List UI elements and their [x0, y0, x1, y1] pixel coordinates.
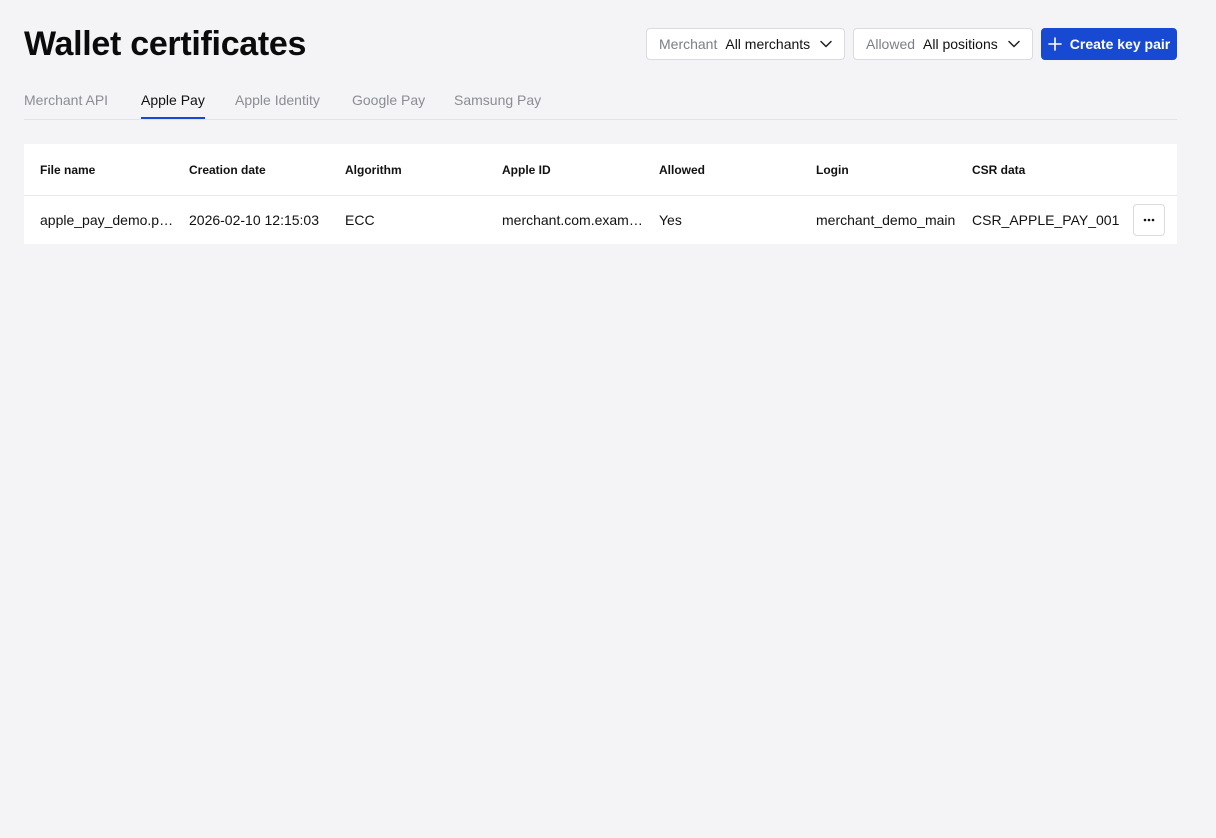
column-header-csr-data: CSR data [972, 163, 1026, 177]
column-header-apple-id: Apple ID [502, 163, 551, 177]
tab-merchant-api[interactable]: Merchant API [24, 80, 108, 119]
header-controls: Merchant All merchants Allowed All posit… [646, 28, 1177, 60]
merchant-filter-value: All merchants [725, 36, 811, 52]
certificates-table: File name Creation date Algorithm Apple … [24, 144, 1177, 244]
merchant-filter-label: Merchant [659, 36, 718, 52]
more-horizontal-icon [1142, 213, 1156, 227]
column-header-creation-date: Creation date [189, 163, 266, 177]
allowed-filter-label: Allowed [866, 36, 916, 52]
column-header-algorithm: Algorithm [345, 163, 402, 177]
chevron-down-icon [819, 37, 833, 51]
plus-icon [1047, 37, 1062, 51]
tab-google-pay[interactable]: Google Pay [352, 80, 425, 119]
wallet-tabs: Merchant API Apple Pay Apple Identity Go… [24, 80, 1177, 120]
cell-file-name: apple_pay_demo.pem [40, 212, 176, 228]
chevron-down-icon [1007, 37, 1021, 51]
row-actions-button[interactable] [1133, 204, 1165, 236]
allowed-filter-value: All positions [923, 36, 998, 52]
column-header-login: Login [816, 163, 849, 177]
page-title: Wallet certificates [24, 25, 307, 63]
cell-allowed: Yes [659, 212, 682, 228]
tab-samsung-pay[interactable]: Samsung Pay [454, 80, 541, 119]
table-row[interactable]: apple_pay_demo.pem 2026-02-10 12:15:03 E… [24, 196, 1177, 244]
table-header-row: File name Creation date Algorithm Apple … [24, 144, 1177, 196]
merchant-filter-dropdown[interactable]: Merchant All merchants [646, 28, 845, 60]
create-key-pair-button[interactable]: Create key pair [1041, 28, 1177, 60]
column-header-allowed: Allowed [659, 163, 706, 177]
allowed-filter-dropdown[interactable]: Allowed All positions [853, 28, 1033, 60]
cell-algorithm: ECC [345, 212, 375, 228]
cell-login: merchant_demo_main [816, 212, 956, 228]
cell-csr-data: CSR_APPLE_PAY_001 [972, 212, 1120, 228]
column-header-file-name: File name [40, 163, 96, 177]
cell-creation-date: 2026-02-10 12:15:03 [189, 212, 319, 228]
tab-apple-identity[interactable]: Apple Identity [235, 80, 320, 119]
cell-apple-id: merchant.com.example [502, 212, 643, 228]
tab-apple-pay[interactable]: Apple Pay [141, 80, 205, 119]
create-key-pair-label: Create key pair [1069, 36, 1171, 52]
page-header: Wallet certificates Merchant All merchan… [24, 24, 1177, 64]
